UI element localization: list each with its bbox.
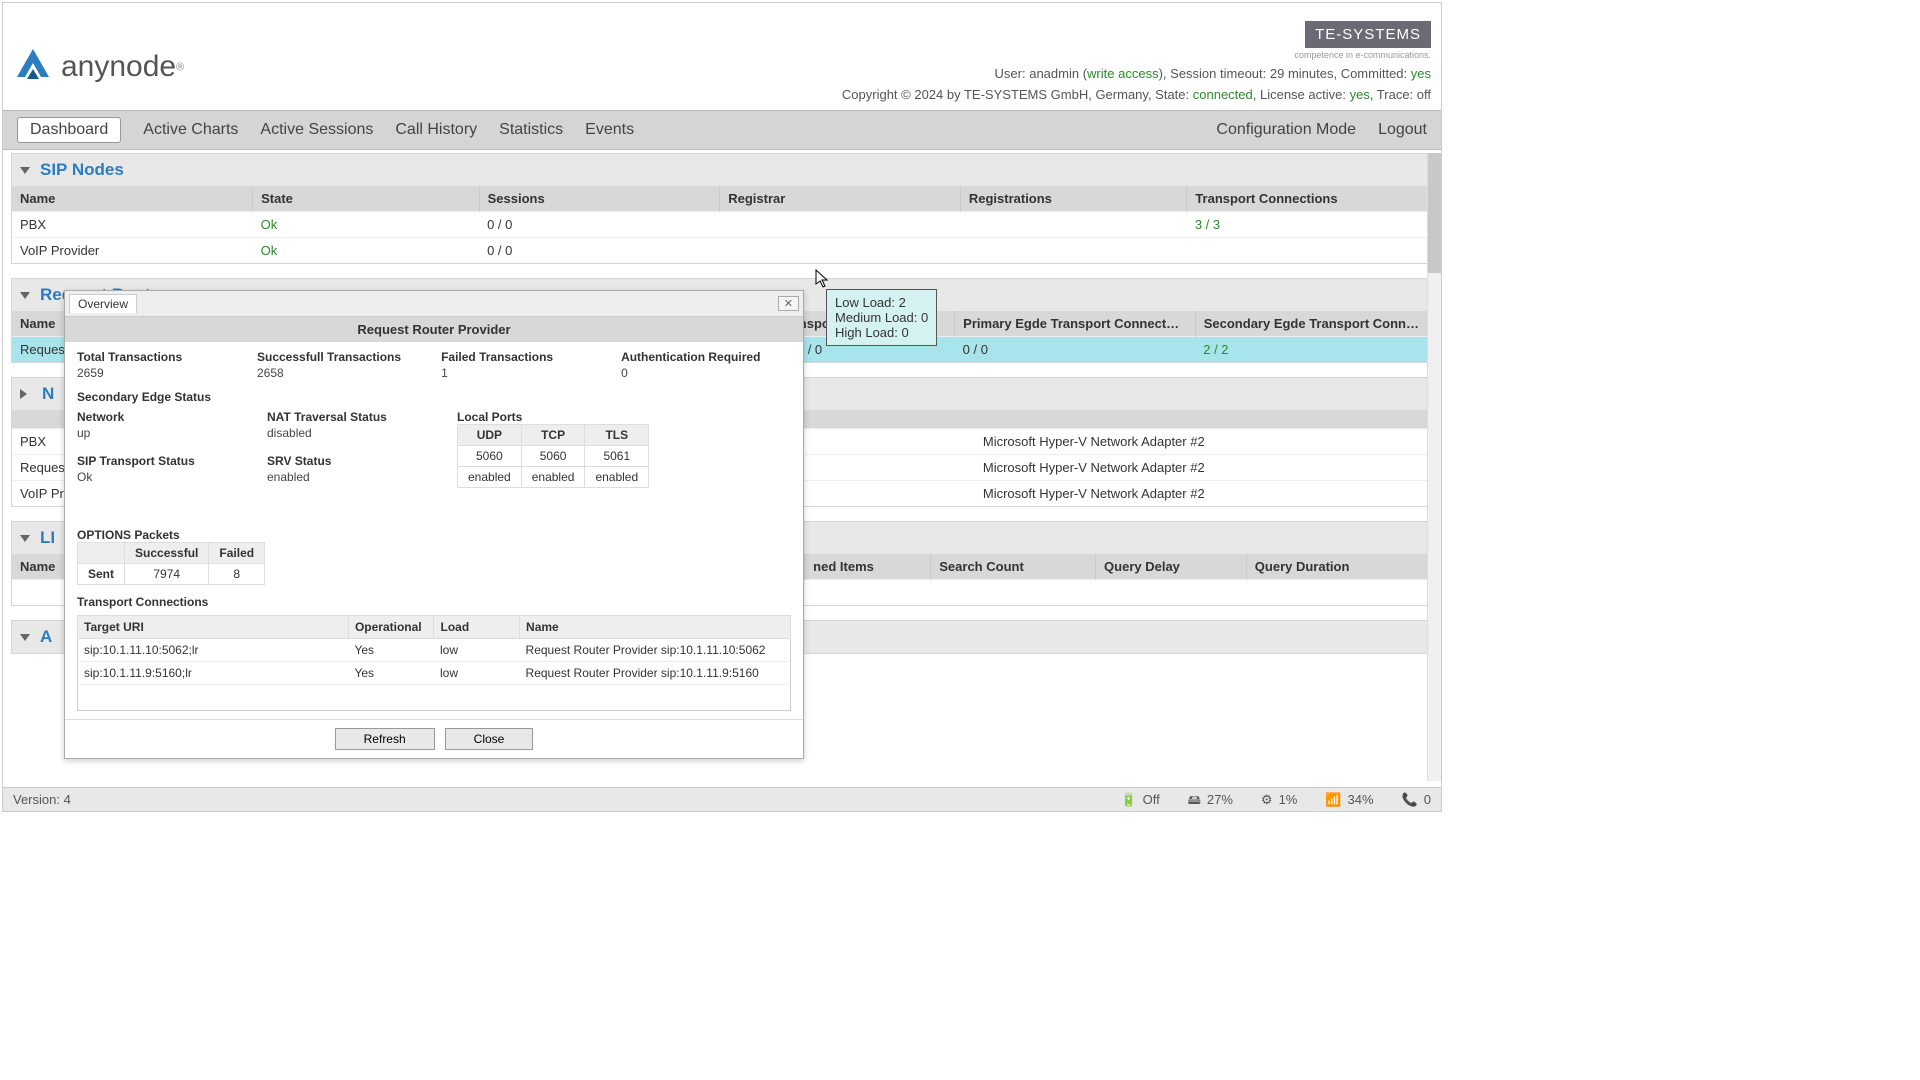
network-icon: 📶 [1325,793,1341,806]
disk-icon: 🖴 [1188,793,1201,806]
local-ports-table: UDPTCPTLS 506050605061 enabledenabledena… [457,424,649,488]
nav-events[interactable]: Events [585,121,634,139]
collapse-ld-icon[interactable] [20,535,30,542]
load-tooltip: Low Load: 2 Medium Load: 0 High Load: 0 [826,289,937,346]
refresh-button[interactable]: Refresh [335,728,435,750]
app-window: anynode® TE-SYSTEMS competence in e-comm… [2,2,1442,812]
cpu-icon: ⚙ [1261,793,1273,806]
modal-title: Request Router Provider [65,317,803,342]
disk-metric: 🖴27% [1188,792,1233,807]
azure-peek-title[interactable]: A [40,627,52,647]
cpu-metric: ⚙1% [1261,792,1297,807]
nav-statistics[interactable]: Statistics [499,121,563,139]
transport-connections-table: Target URIOperationalLoadName sip:10.1.1… [77,615,791,711]
collapse-sip-icon[interactable] [20,167,30,174]
logo: anynode® [13,31,184,102]
table-row[interactable]: VoIP Provider Ok 0 / 0 [12,238,1428,264]
battery-metric: 🔋Off [1120,792,1159,807]
sip-nodes-table: Name State Sessions Registrar Registrati… [12,186,1428,263]
table-row[interactable]: sip:10.1.11.9:5160;lrYeslowRequest Route… [78,662,791,685]
secondary-edge-heading: Secondary Edge Status [77,390,791,404]
nav-call-history[interactable]: Call History [395,121,477,139]
phone-icon: 📞 [1402,793,1418,806]
header-status: TE-SYSTEMS competence in e-communication… [842,21,1431,102]
version-label: Version: 4 [13,792,71,807]
logo-text: anynode® [61,50,184,84]
net-metric: 📶34% [1325,792,1373,807]
vendor-badge: TE-SYSTEMS [1305,21,1431,48]
anynode-logo-icon [13,47,53,87]
nodes-peek-title[interactable]: N [42,384,54,404]
sys-status-line: Copyright © 2024 by TE-SYSTEMS GmbH, Ger… [842,87,1431,102]
footer-bar: Version: 4 🔋Off 🖴27% ⚙1% 📶34% 📞0 [3,787,1441,811]
nav-dashboard[interactable]: Dashboard [17,117,121,143]
header: anynode® TE-SYSTEMS competence in e-comm… [3,3,1441,110]
overview-modal: Overview ✕ Request Router Provider Total… [64,290,804,759]
collapse-az-icon[interactable] [20,634,30,641]
navbar: Dashboard Active Charts Active Sessions … [3,110,1441,150]
sip-nodes-title[interactable]: SIP Nodes [40,160,124,180]
close-button[interactable]: Close [445,728,534,750]
modal-close-button[interactable]: ✕ [778,296,799,311]
table-row[interactable]: PBX Ok 0 / 0 3 / 3 [12,212,1428,238]
collapse-rr-icon[interactable] [20,292,30,299]
nav-active-sessions[interactable]: Active Sessions [260,121,373,139]
collapse-nx-icon[interactable] [20,389,32,399]
table-row[interactable]: sip:10.1.11.10:5062;lrYeslowRequest Rout… [78,639,791,662]
modal-tab-overview[interactable]: Overview [69,294,137,313]
ldap-peek-title[interactable]: LI [40,528,55,548]
user-status-line: User: anadmin (write access), Session ti… [842,66,1431,81]
scrollbar[interactable] [1427,153,1441,781]
calls-metric: 📞0 [1402,792,1431,807]
battery-icon: 🔋 [1120,793,1136,806]
options-packets-table: SuccessfulFailed Sent79748 [77,542,265,585]
vendor-sub: competence in e-communications. [842,50,1431,60]
nav-logout[interactable]: Logout [1378,121,1427,139]
nav-active-charts[interactable]: Active Charts [143,121,238,139]
nav-config-mode[interactable]: Configuration Mode [1216,121,1356,139]
tc-heading: Transport Connections [77,595,791,609]
access-link[interactable]: write access [1087,66,1159,81]
section-sip-nodes: SIP Nodes Name State Sessions Registrar … [11,153,1429,264]
